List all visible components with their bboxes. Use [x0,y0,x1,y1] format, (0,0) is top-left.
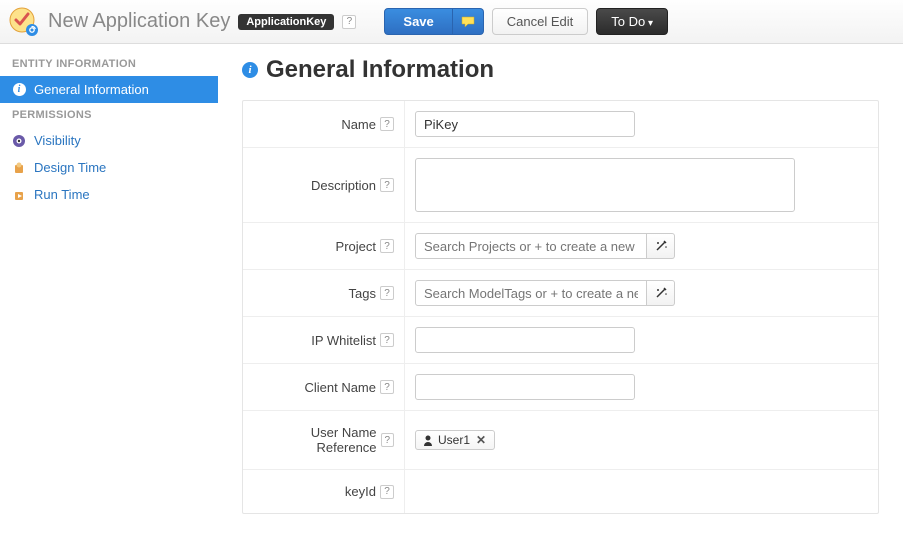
sidebar-item-run-time[interactable]: Run Time [0,181,218,208]
label-description: Description [311,178,376,193]
help-icon[interactable]: ? [380,178,394,192]
sidebar-item-visibility[interactable]: Visibility [0,127,218,154]
project-combo [415,233,675,259]
user-chip-label: User1 [438,433,470,447]
help-icon[interactable]: ? [380,239,394,253]
speech-bubble-icon [461,16,475,28]
info-icon: i [12,83,26,97]
tags-combo [415,280,675,306]
sidebar: ENTITY INFORMATION i General Information… [0,44,218,538]
row-tags: Tags ? [243,269,878,316]
tags-input[interactable] [415,280,647,306]
todo-button[interactable]: To Do [596,8,668,35]
user-icon [422,434,434,446]
clientname-input[interactable] [415,374,635,400]
section-header: i General Information [242,56,879,84]
help-icon[interactable]: ? [381,433,394,447]
label-tags: Tags [349,286,376,301]
row-ipwhitelist: IP Whitelist ? [243,316,878,363]
row-name: Name ? [243,101,878,147]
wand-icon [654,239,668,253]
sidebar-item-design-time[interactable]: Design Time [0,154,218,181]
info-icon: i [242,62,258,78]
section-title: General Information [266,56,494,84]
page-title: New Application Key [48,10,230,33]
help-icon[interactable]: ? [380,485,394,499]
content: i General Information Name ? Description… [218,44,903,538]
sidebar-item-label: Visibility [34,133,81,148]
description-input[interactable] [415,158,795,212]
ipwhitelist-input[interactable] [415,327,635,353]
help-icon[interactable]: ? [380,117,394,131]
tags-wand-button[interactable] [647,280,675,306]
row-project: Project ? [243,222,878,269]
label-userref: User Name Reference [253,425,377,455]
row-description: Description ? [243,147,878,222]
user-chip[interactable]: User1 ✕ [415,430,495,450]
sidebar-item-label: Run Time [34,187,90,202]
run-time-icon [12,188,26,202]
close-icon[interactable]: ✕ [474,433,488,447]
help-icon[interactable]: ? [342,15,356,29]
topbar: New Application Key ApplicationKey ? Sav… [0,0,903,44]
help-icon[interactable]: ? [380,333,394,347]
name-input[interactable] [415,111,635,137]
project-wand-button[interactable] [647,233,675,259]
main: ENTITY INFORMATION i General Information… [0,44,903,538]
save-button[interactable]: Save [384,8,452,35]
sidebar-item-label: Design Time [34,160,106,175]
row-keyid: keyId ? [243,469,878,513]
project-input[interactable] [415,233,647,259]
label-ipwhitelist: IP Whitelist [311,333,376,348]
wand-icon [654,286,668,300]
entity-type-badge: ApplicationKey [238,14,334,30]
label-keyid: keyId [345,484,376,499]
chat-button[interactable] [453,8,484,35]
form-table: Name ? Description ? Project [242,100,879,514]
app-key-icon [8,6,40,38]
sidebar-item-general[interactable]: i General Information [0,76,218,103]
sidebar-header-entity: ENTITY INFORMATION [0,52,218,76]
row-userref: User Name Reference ? User1 ✕ [243,410,878,469]
sidebar-item-label: General Information [34,82,149,97]
cancel-button[interactable]: Cancel Edit [492,8,588,35]
label-clientname: Client Name [304,380,376,395]
help-icon[interactable]: ? [380,286,394,300]
eye-icon [12,134,26,148]
label-project: Project [336,239,376,254]
help-icon[interactable]: ? [380,380,394,394]
label-name: Name [341,117,376,132]
row-clientname: Client Name ? [243,363,878,410]
save-button-group: Save [384,8,483,35]
sidebar-header-permissions: PERMISSIONS [0,103,218,127]
design-time-icon [12,161,26,175]
